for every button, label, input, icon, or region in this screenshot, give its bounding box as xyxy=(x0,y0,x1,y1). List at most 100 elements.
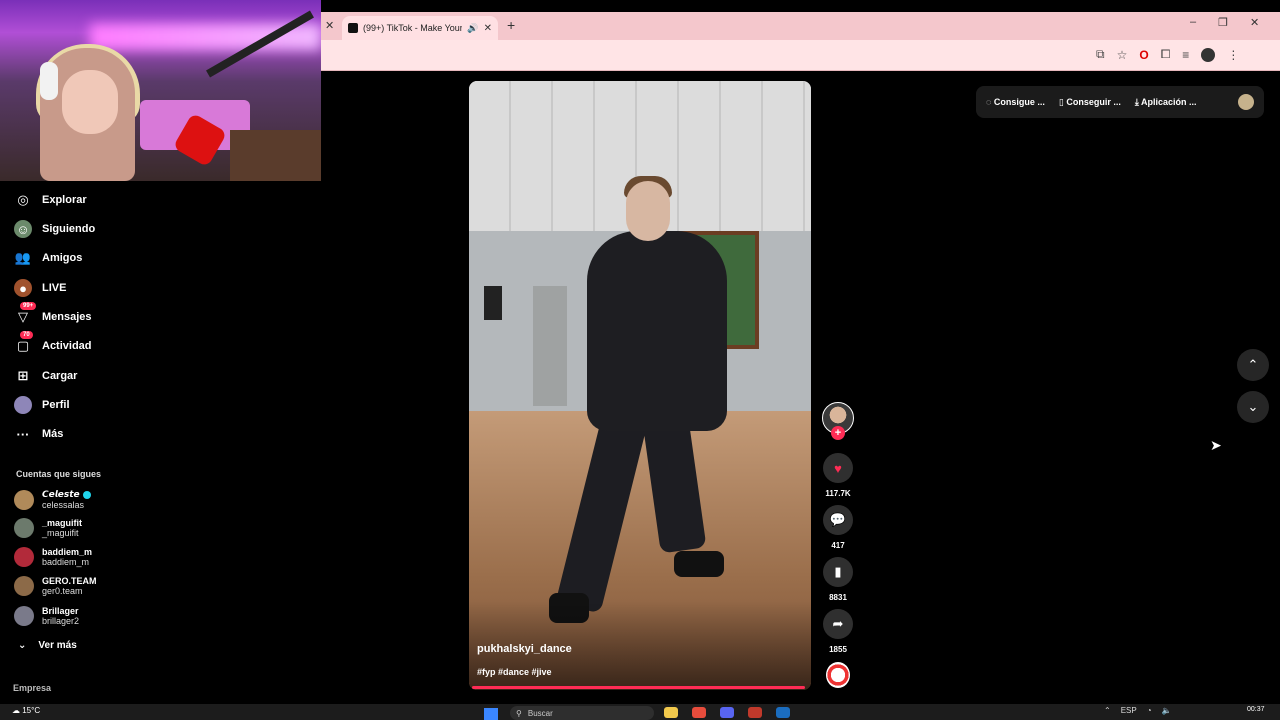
extensions-icon[interactable]: ⧠ xyxy=(1161,47,1171,62)
video-hashtags[interactable]: #fyp #dance #jive xyxy=(477,667,552,677)
reading-list-icon[interactable]: ≡ xyxy=(1182,48,1189,62)
activity-badge: 70 xyxy=(20,331,33,339)
video-speaker xyxy=(484,286,502,320)
discord-icon[interactable] xyxy=(720,707,734,718)
wifi-icon[interactable]: ◔ xyxy=(1147,706,1152,715)
webcam-overlay xyxy=(0,0,321,181)
upload-icon: ⊞ xyxy=(17,368,29,383)
video-progress-bar[interactable] xyxy=(472,686,805,689)
sidebar-item-explorar[interactable]: ◎ Explorar xyxy=(14,189,87,211)
sidebar-item-label: Cargar xyxy=(42,370,78,382)
avatar xyxy=(14,489,34,510)
close-icon[interactable]: ✕ xyxy=(325,19,334,32)
sidebar-item-perfil[interactable]: Perfil xyxy=(14,394,70,416)
sidebar-item-mas[interactable]: ··· Más xyxy=(14,423,64,445)
chevron-up-icon: ⌃ xyxy=(1247,357,1259,372)
sidebar-item-cargar[interactable]: ⊞ Cargar xyxy=(14,365,78,387)
get-coins-link[interactable]: ◌ Consigue ... xyxy=(986,97,1045,107)
volume-icon[interactable]: 🔈 xyxy=(1162,706,1172,715)
window-controls: – ❐ ✕ xyxy=(1190,16,1259,29)
sidebar-item-siguiendo[interactable]: ☺ Siguiendo xyxy=(14,218,95,240)
sidebar-item-live[interactable]: ● LIVE xyxy=(14,277,66,299)
sidebar-item-label: Mensajes xyxy=(42,311,92,323)
comment-button[interactable]: 💬 xyxy=(823,505,853,535)
account-name: GERO.TEAM xyxy=(42,576,97,586)
dancer-body xyxy=(587,231,727,431)
previous-video-button[interactable]: ⌃ xyxy=(1237,349,1269,381)
sidebar-item-label: Siguiendo xyxy=(42,223,96,235)
sound-disc-icon[interactable] xyxy=(826,662,850,688)
profile-icon[interactable] xyxy=(1201,47,1216,62)
sidebar-item-label: Más xyxy=(42,428,64,440)
sidebar-item-label: Explorar xyxy=(42,194,87,206)
get-app-link[interactable]: ▯ Conseguir ... xyxy=(1059,97,1121,108)
get-app-bar: ◌ Consigue ... ▯ Conseguir ... ⤓ Aplicac… xyxy=(976,86,1264,118)
share-arrow-icon: ➦ xyxy=(832,616,844,631)
account-name: Brillager xyxy=(42,606,79,616)
sidebar-item-label: Actividad xyxy=(42,340,92,352)
dancer-head xyxy=(626,181,670,241)
menu-kebab-icon[interactable]: ⋮ xyxy=(1227,48,1239,62)
more-icon: ··· xyxy=(16,426,30,442)
chrome-icon[interactable] xyxy=(692,707,706,718)
app-download-link[interactable]: ⤓ Aplicación ... xyxy=(1135,97,1197,108)
tray-chevron-icon[interactable]: ⌃ xyxy=(1104,706,1111,715)
profile-avatar-icon xyxy=(14,396,32,414)
account-name: _maguifit xyxy=(42,518,83,528)
minimize-button[interactable]: – xyxy=(1190,16,1196,29)
see-more-button[interactable]: ⌄ Ver más xyxy=(18,640,77,651)
following-section-title: Cuentas que sigues xyxy=(16,469,102,479)
windows-start-icon[interactable] xyxy=(484,708,498,720)
browser-tab[interactable]: (99+) TikTok - Make Your Day 🔊 ✕ xyxy=(342,16,498,40)
followed-account[interactable]: Brillager brillager2 xyxy=(14,606,79,626)
followed-account[interactable]: GERO.TEAM ger0.team xyxy=(14,576,97,596)
save-button[interactable]: ▮ xyxy=(823,557,853,587)
live-icon: ● xyxy=(14,279,32,297)
share-button[interactable]: ➦ xyxy=(823,609,853,639)
taskbar-search[interactable]: ⚲ Buscar xyxy=(510,706,654,720)
next-video-button[interactable]: ⌄ xyxy=(1237,391,1269,423)
account-handle: brillager2 xyxy=(42,616,80,626)
close-window-button[interactable]: ✕ xyxy=(1250,16,1259,29)
messages-icon: ▽ 99+ xyxy=(14,302,37,326)
footer-link-empresa[interactable]: Empresa xyxy=(13,683,51,693)
save-count: 8831 xyxy=(829,593,847,602)
steam-icon[interactable] xyxy=(776,707,790,718)
opera-icon[interactable]: O xyxy=(1139,48,1148,62)
see-more-label: Ver más xyxy=(38,640,77,651)
comment-count: 417 xyxy=(831,541,845,550)
sidebar-item-mensajes[interactable]: ▽ 99+ Mensajes xyxy=(14,302,92,328)
sidebar-item-actividad[interactable]: ▢ 70 Actividad xyxy=(14,331,92,357)
sidebar-item-label: LIVE xyxy=(42,282,67,294)
account-handle: ger0.team xyxy=(42,586,83,596)
weather-widget[interactable]: ☁ 15°C xyxy=(12,706,40,715)
following-avatar-icon: ☺ xyxy=(14,220,32,238)
sidebar-item-amigos[interactable]: 👥 Amigos xyxy=(14,247,82,269)
follow-plus-button[interactable]: + xyxy=(831,426,845,440)
toolbar-icons: ⧉ ☆ O ⧠ ≡ ⋮ xyxy=(1096,47,1239,62)
video-door xyxy=(533,286,567,406)
headset xyxy=(40,62,58,100)
user-avatar[interactable] xyxy=(1238,94,1254,110)
video-username[interactable]: pukhalskyi_dance xyxy=(477,643,572,655)
video-player[interactable] xyxy=(469,81,811,690)
new-tab-button[interactable]: + xyxy=(507,17,515,33)
avatar xyxy=(14,606,34,626)
tab-close-icon[interactable]: ✕ xyxy=(484,23,492,34)
file-explorer-icon[interactable] xyxy=(664,707,678,718)
language-indicator[interactable]: ESP xyxy=(1121,706,1137,715)
install-app-icon[interactable]: ⧉ xyxy=(1096,47,1105,62)
streamer-face xyxy=(62,70,118,134)
maximize-button[interactable]: ❐ xyxy=(1218,16,1228,29)
activity-icon: ▢ 70 xyxy=(14,331,33,355)
bookmark-star-icon[interactable]: ☆ xyxy=(1117,48,1128,62)
obs-icon[interactable] xyxy=(748,707,762,718)
taskbar-clock[interactable]: 00:37 xyxy=(1247,706,1265,713)
speaker-icon[interactable]: 🔊 xyxy=(467,23,478,34)
like-button[interactable]: ♥ xyxy=(823,453,853,483)
followed-account[interactable]: 𝘾𝙚𝙡𝙚𝙨𝙩𝙚 celessalas xyxy=(14,489,91,510)
followed-account[interactable]: _maguifit _maguifit xyxy=(14,518,82,538)
avatar xyxy=(14,547,34,567)
followed-account[interactable]: baddiem_m baddiem_m xyxy=(14,547,92,567)
sidebar-item-label: Amigos xyxy=(42,252,83,264)
